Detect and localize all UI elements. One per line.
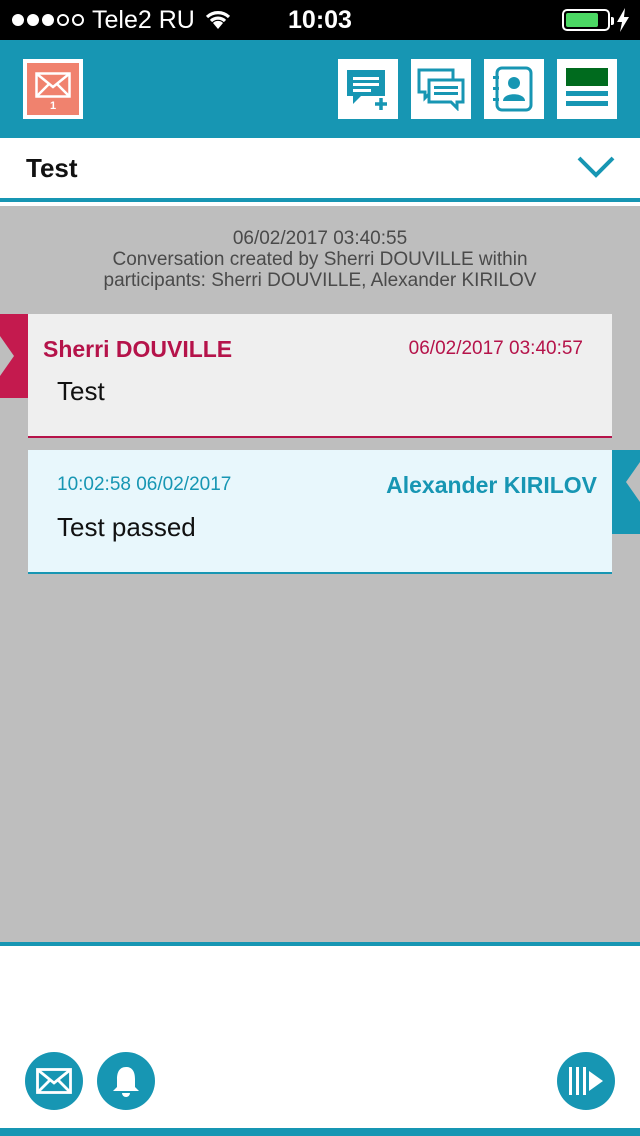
status-time: 10:03 [288, 6, 352, 34]
message-bubble-outgoing[interactable]: 10:02:58 06/02/2017 Alexander KIRILOV Te… [28, 450, 612, 574]
send-icon [569, 1067, 603, 1095]
system-message-date: 06/02/2017 03:40:55 [232, 228, 408, 249]
message-list[interactable]: 06/02/2017 03:40:55 Conversation created… [0, 206, 640, 942]
mail-button[interactable] [25, 1052, 83, 1110]
alert-button[interactable] [97, 1052, 155, 1110]
menu-button[interactable] [557, 59, 617, 119]
mailbox-badge: 1 [49, 100, 57, 112]
system-message-line1: Conversation created by Sherri DOUVILLE … [112, 249, 528, 270]
contacts-icon [493, 66, 533, 112]
conversations-button[interactable] [411, 59, 471, 119]
toolbar: 1 [0, 40, 640, 138]
new-chat-icon [347, 70, 387, 110]
message-sender: Alexander KIRILOV [386, 472, 597, 498]
message-time: 06/02/2017 03:40:57 [408, 338, 583, 359]
chevron-down-icon[interactable] [576, 154, 616, 180]
conversations-icon [417, 68, 465, 111]
bell-icon [113, 1067, 139, 1097]
mail-icon [35, 72, 71, 98]
mailbox-button[interactable]: 1 [23, 59, 83, 119]
message-input[interactable] [0, 946, 640, 1042]
mail-icon [36, 1068, 72, 1094]
send-button[interactable] [557, 1052, 615, 1110]
battery-level [566, 13, 598, 27]
mailbox-tile: 1 [27, 63, 79, 115]
message-text: Test [57, 376, 105, 406]
status-right [562, 0, 630, 40]
contacts-button[interactable] [484, 59, 544, 119]
message-text: Test passed [57, 512, 196, 542]
system-message: 06/02/2017 03:40:55 Conversation created… [0, 228, 640, 291]
message-bubble-incoming[interactable]: Sherri DOUVILLE 06/02/2017 03:40:57 Test [28, 314, 612, 438]
battery-icon [562, 9, 614, 31]
message-sender: Sherri DOUVILLE [43, 336, 233, 362]
charging-icon [617, 8, 629, 32]
bottom-accent-bar [0, 1128, 640, 1136]
conversation-title: Test [26, 153, 78, 183]
incoming-marker [0, 314, 28, 398]
status-bar: Tele2 RU 10:03 [0, 0, 640, 40]
system-message-line2: participants: Sherri DOUVILLE, Alexander… [103, 270, 537, 291]
menu-icon [566, 68, 608, 106]
message-time: 10:02:58 06/02/2017 [57, 474, 232, 495]
new-chat-button[interactable] [338, 59, 398, 119]
outgoing-marker [612, 450, 640, 534]
conversation-titlebar: Test [0, 138, 640, 202]
